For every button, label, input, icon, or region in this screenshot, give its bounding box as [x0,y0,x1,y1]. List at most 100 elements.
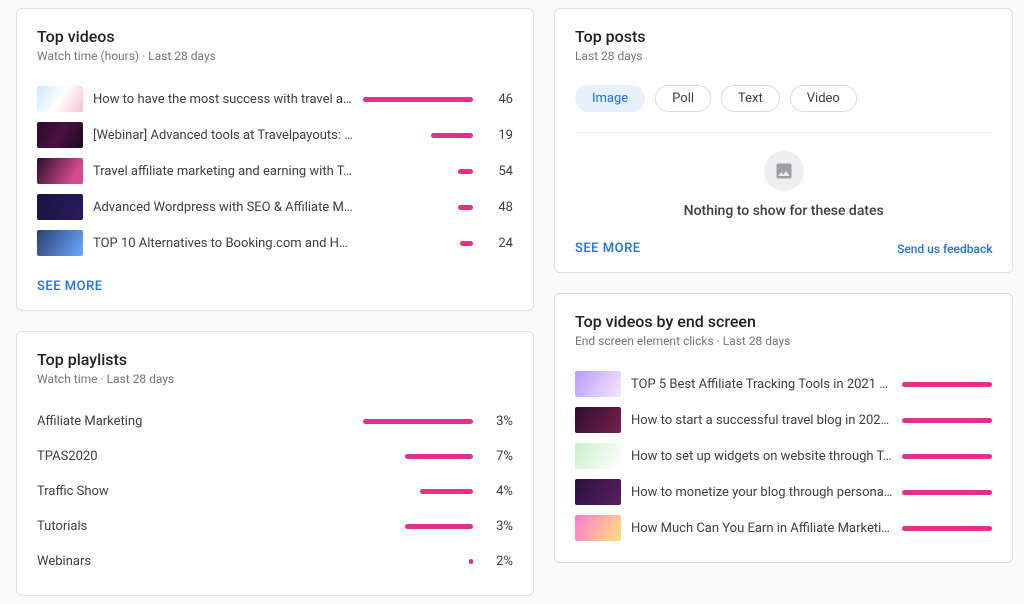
end-screen-row[interactable]: TOP 5 Best Affiliate Tracking Tools in 2… [575,366,993,402]
end-screen-row[interactable]: How Much Can You Earn in Affiliate Marke… [575,510,993,546]
video-thumbnail [575,371,621,397]
bar-track [902,490,992,495]
bar-track [363,524,473,529]
bar [405,454,473,459]
video-value: 19 [483,128,513,143]
video-title: How to set up widgets on website through… [631,449,893,464]
left-column: Top videos Watch time (hours) · Last 28 … [16,8,534,596]
bar [363,419,473,424]
playlist-value: 3% [483,519,513,534]
card-subtitle: Watch time · Last 28 days [37,372,513,386]
bar-track [902,454,992,459]
end-screen-row[interactable]: How to monetize your blog through person… [575,474,993,510]
playlist-name: Tutorials [37,519,353,534]
card-subtitle: Last 28 days [575,49,993,63]
video-title: How to have the most success with travel… [93,92,353,107]
playlist-name: Traffic Show [37,484,353,499]
video-title: TOP 10 Alternatives to Booking.com and H… [93,236,353,251]
end-screen-row[interactable]: How to start a successful travel blog in… [575,402,993,438]
video-thumbnail [37,86,83,112]
post-type-chips: Image Poll Text Video [575,85,993,133]
bar [902,382,992,387]
bar-track [363,559,473,564]
playlist-name: TPAS2020 [37,449,353,464]
chip-text[interactable]: Text [721,85,780,112]
video-thumbnail [37,194,83,220]
feedback-link[interactable]: Send us feedback [897,242,992,256]
video-thumbnail [37,158,83,184]
bar [458,205,473,210]
bar-track [363,419,473,424]
video-row[interactable]: [Webinar] Advanced tools at Travelpayout… [37,117,513,153]
posts-footer: SEE MORE Send us feedback [575,241,993,256]
video-title: [Webinar] Advanced tools at Travelpayout… [93,128,353,143]
top-posts-card: Top posts Last 28 days Image Poll Text V… [554,8,1014,273]
bar [460,241,473,246]
bar-track [363,97,473,102]
playlist-value: 4% [483,484,513,499]
video-value: 46 [483,92,513,107]
bar [405,524,473,529]
empty-state: Nothing to show for these dates [575,133,993,231]
bar [902,418,992,423]
image-icon [764,151,804,191]
playlist-row[interactable]: Traffic Show 4% [37,474,513,509]
playlist-row[interactable]: TPAS2020 7% [37,439,513,474]
right-column: Top posts Last 28 days Image Poll Text V… [554,8,1014,596]
video-value: 54 [483,164,513,179]
video-list: How to have the most success with travel… [37,81,513,261]
playlist-row[interactable]: Tutorials 3% [37,509,513,544]
video-title: How Much Can You Earn in Affiliate Marke… [631,521,893,536]
bar-track [363,454,473,459]
playlist-value: 2% [483,554,513,569]
playlist-name: Webinars [37,554,353,569]
end-screen-row[interactable]: How to set up widgets on website through… [575,438,993,474]
playlist-value: 7% [483,449,513,464]
chip-video[interactable]: Video [790,85,857,112]
playlist-name: Affiliate Marketing [37,414,353,429]
video-row[interactable]: Travel affiliate marketing and earning w… [37,153,513,189]
video-title: How to monetize your blog through person… [631,485,893,500]
bar [458,169,473,174]
card-title: Top posts [575,27,993,46]
see-more-link[interactable]: SEE MORE [575,241,641,256]
card-title: Top playlists [37,350,513,369]
video-title: Travel affiliate marketing and earning w… [93,164,353,179]
bar [363,97,473,102]
top-end-screen-card: Top videos by end screen End screen elem… [554,293,1014,563]
top-videos-card: Top videos Watch time (hours) · Last 28 … [16,8,534,311]
bar [902,526,992,531]
playlist-value: 3% [483,414,513,429]
video-row[interactable]: TOP 10 Alternatives to Booking.com and H… [37,225,513,261]
card-subtitle: End screen element clicks · Last 28 days [575,334,993,348]
playlist-row[interactable]: Affiliate Marketing 3% [37,404,513,439]
video-row[interactable]: Advanced Wordpress with SEO & Affiliate … [37,189,513,225]
bar-track [363,205,473,210]
video-row[interactable]: How to have the most success with travel… [37,81,513,117]
bar-track [363,133,473,138]
bar [431,133,473,138]
bar-track [363,241,473,246]
playlist-row[interactable]: Webinars 2% [37,544,513,579]
top-playlists-card: Top playlists Watch time · Last 28 days … [16,331,534,596]
video-thumbnail [575,515,621,541]
bar [902,490,992,495]
bar [902,454,992,459]
playlist-list: Affiliate Marketing 3% TPAS2020 7% Traff… [37,404,513,579]
chip-image[interactable]: Image [575,85,645,112]
video-title: TOP 5 Best Affiliate Tracking Tools in 2… [631,377,893,392]
video-title: Advanced Wordpress with SEO & Affiliate … [93,200,353,215]
video-value: 24 [483,236,513,251]
bar-track [902,382,992,387]
bar-track [902,418,992,423]
card-title: Top videos by end screen [575,312,993,331]
card-subtitle: Watch time (hours) · Last 28 days [37,49,513,63]
video-thumbnail [575,407,621,433]
card-title: Top videos [37,27,513,46]
bar-track [902,526,992,531]
chip-poll[interactable]: Poll [655,85,711,112]
bar [420,489,473,494]
video-title: How to start a successful travel blog in… [631,413,893,428]
video-thumbnail [37,230,83,256]
see-more-link[interactable]: SEE MORE [37,279,513,294]
